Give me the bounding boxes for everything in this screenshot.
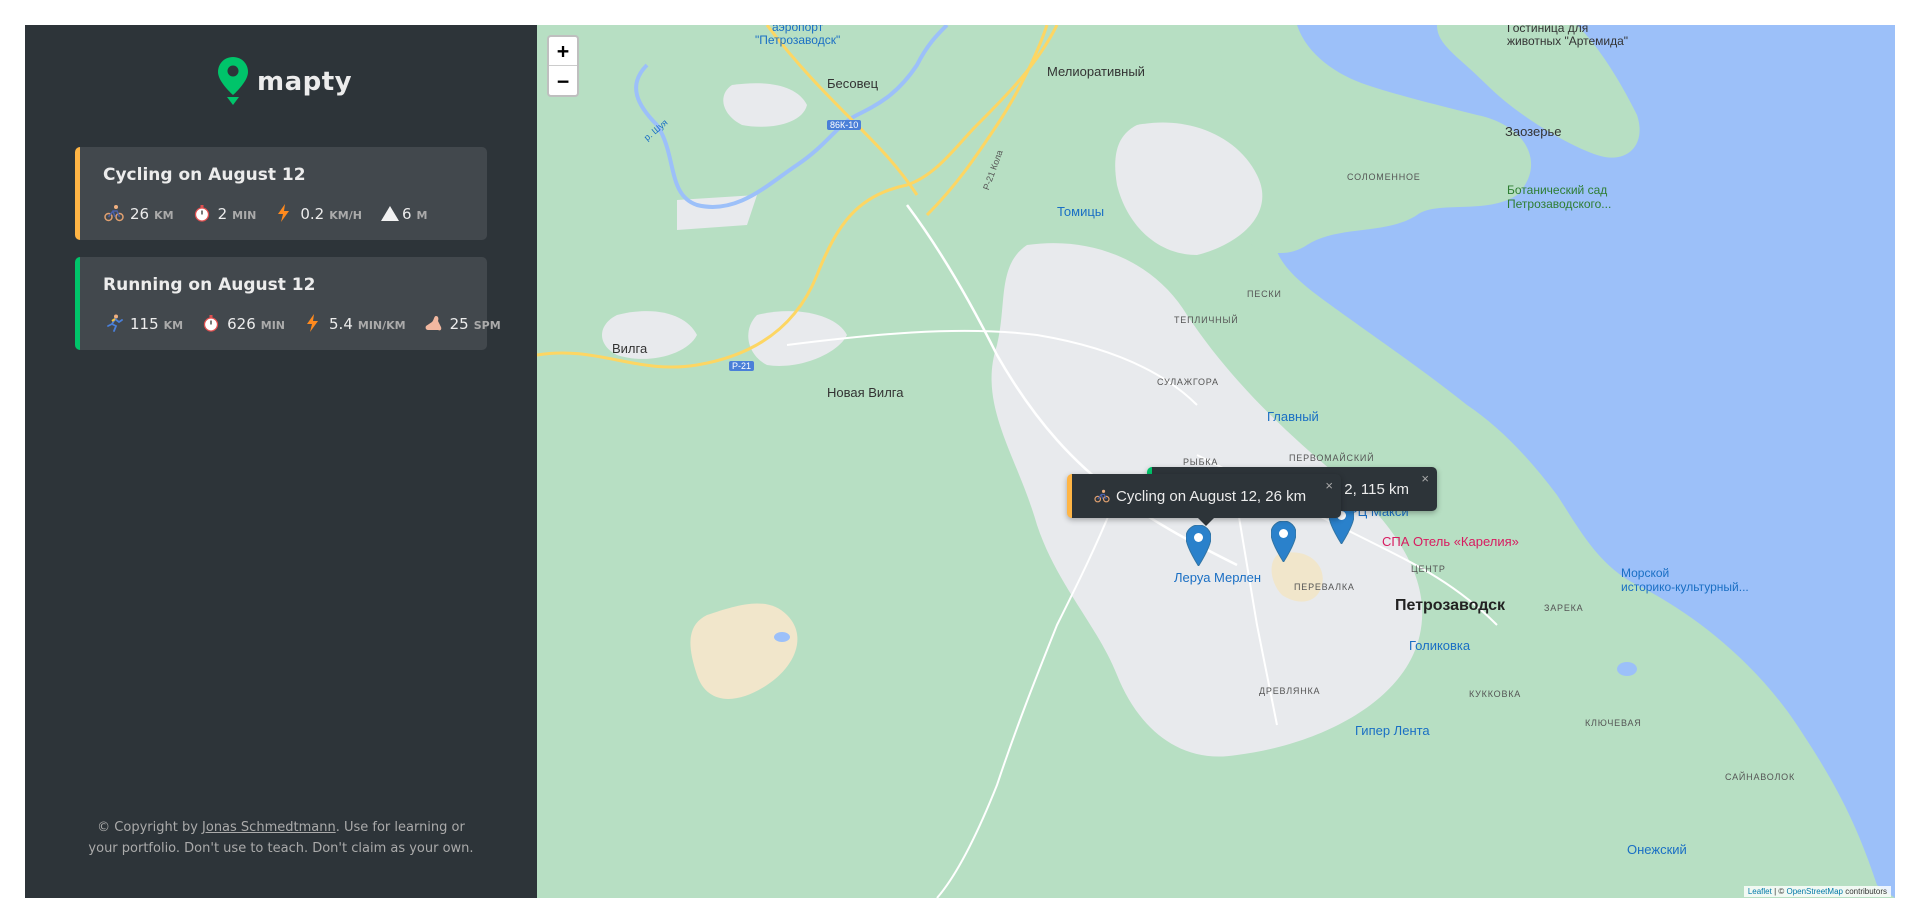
speed-unit: km/h	[329, 209, 362, 222]
workout-distance: 26 km	[104, 201, 174, 223]
label-ryboka: РЫБКА	[1183, 457, 1219, 467]
author-link[interactable]: Jonas Schmedtmann	[202, 820, 336, 835]
label-airport: аэропорт "Петрозаводск"	[755, 25, 841, 47]
duration-unit: min	[232, 209, 257, 222]
label-vilga: Вилга	[612, 341, 648, 356]
workout-title: Cycling on August 12	[103, 165, 306, 185]
pace-value: 5.4	[329, 315, 353, 333]
small-lake	[774, 632, 790, 642]
label-novaya-vilga: Новая Вилга	[827, 385, 904, 400]
label-zaozerye: Заозерье	[1505, 124, 1562, 139]
app-name: mapty	[257, 67, 353, 97]
label-botanic-garden: Ботанический сад Петрозаводского...	[1507, 183, 1612, 211]
label-leroy-merlin: Леруа Мерлен	[1174, 570, 1262, 585]
popup-cycling-text: Cycling on August 12, 26 km	[1116, 487, 1307, 505]
copyright-prefix: © Copyright by	[97, 820, 198, 835]
cyclist-icon	[104, 205, 124, 222]
runner-icon	[107, 314, 123, 332]
label-perevalka: ПЕРЕВАЛКА	[1294, 582, 1355, 592]
popup-close-button[interactable]: ×	[1325, 478, 1333, 493]
workout-elevation: 6 m	[380, 201, 428, 223]
label-zareka: ЗАРЕКА	[1544, 603, 1584, 613]
workout-cadence: 25 spm	[424, 311, 501, 333]
attribution-suffix: contributors	[1842, 887, 1887, 896]
label-saynavolok: САЙНАВОЛОК	[1725, 772, 1796, 782]
popup-tip	[1197, 517, 1215, 526]
speed-value: 0.2	[300, 205, 325, 223]
leaflet-link[interactable]: Leaflet	[1748, 887, 1772, 896]
popup-running-text: 2, 115 km	[1344, 480, 1409, 498]
osm-link[interactable]: OpenStreetMap	[1786, 887, 1842, 896]
workout-duration: 626 min	[201, 311, 285, 333]
label-giper-lenta: Гипер Лента	[1355, 723, 1430, 738]
label-kukkovka: КУККОВКА	[1469, 689, 1522, 699]
lightning-icon	[278, 204, 290, 222]
zoom-out-button[interactable]: −	[549, 66, 577, 95]
duration-value: 2	[217, 205, 228, 223]
label-peski: ПЕСКИ	[1247, 289, 1282, 299]
workout-distance: 115 km	[104, 311, 183, 333]
footprint-icon	[425, 316, 441, 331]
label-teplichny: ТЕПЛИЧНЫЙ	[1174, 315, 1239, 325]
label-glavny: Главный	[1267, 409, 1319, 424]
workout-marker[interactable]	[1271, 521, 1296, 562]
label-klyuchevaya: КЛЮЧЕВАЯ	[1585, 718, 1642, 728]
workout-details: 115 km 626 min 5.4	[104, 311, 519, 333]
workout-marker[interactable]	[1186, 525, 1211, 566]
label-tomitsy: Томицы	[1057, 204, 1105, 219]
label-solomennoe: СОЛОМЕННОЕ	[1347, 172, 1421, 182]
small-lake	[1617, 662, 1637, 676]
stopwatch-icon	[194, 205, 209, 222]
elevation-unit: m	[416, 209, 428, 222]
zoom-in-button[interactable]: +	[549, 37, 577, 66]
attribution-sep: | ©	[1771, 887, 1787, 896]
workout-card-running[interactable]: Running on August 12 115 km	[75, 257, 501, 350]
app: mapty Cycling on August 12 26 km	[25, 25, 1895, 898]
sidebar: mapty Cycling on August 12 26 km	[25, 25, 537, 898]
workout-details: 26 km 2 min 0.2 km	[104, 201, 445, 223]
popup-close-button[interactable]: ×	[1421, 471, 1429, 486]
cadence-unit: spm	[473, 319, 501, 332]
label-museum: Морской историко-культурный...	[1621, 566, 1749, 594]
map[interactable]: + − аэропорт "Петрозаводск" Бесовец Мели…	[537, 25, 1895, 898]
label-sulazhgora: СУЛАЖГОРА	[1157, 377, 1219, 387]
workout-speed: 0.2 km/h	[274, 201, 362, 223]
zoom-control: + −	[547, 35, 579, 97]
label-drevlyanka: ДРЕВЛЯНКА	[1259, 686, 1321, 696]
map-pin-logo-icon	[218, 57, 248, 105]
elevation-value: 6	[401, 205, 412, 223]
workout-title: Running on August 12	[103, 275, 316, 295]
label-pervomaysky: ПЕРВОМАЙСКИЙ	[1289, 453, 1375, 463]
pace-unit: min/km	[357, 319, 406, 332]
label-petrozavodsk: Петрозаводск	[1395, 597, 1506, 614]
mountain-icon	[380, 206, 399, 221]
distance-value: 115	[130, 315, 159, 333]
copyright: © Copyright by Jonas Schmedtmann. Use fo…	[85, 817, 477, 859]
distance-unit: km	[154, 209, 174, 222]
cadence-value: 25	[449, 315, 469, 333]
label-tsentr: ЦЕНТР	[1411, 564, 1446, 574]
duration-value: 626	[227, 315, 256, 333]
label-besovets: Бесовец	[827, 76, 879, 91]
distance-value: 26	[130, 205, 150, 223]
label-golikovka: Голиковка	[1409, 638, 1471, 653]
label-onezhsky: Онежский	[1627, 842, 1687, 857]
map-attribution: Leaflet | © OpenStreetMap contributors	[1743, 886, 1891, 897]
distance-unit: km	[163, 319, 184, 332]
road-sign-r21: Р-21	[729, 361, 755, 371]
popup-cycling[interactable]: Cycling on August 12, 26 km ×	[1067, 474, 1341, 526]
label-hotel: Гостиница для животных "Артемида"	[1507, 25, 1629, 48]
cyclist-icon	[1094, 489, 1110, 503]
workout-duration: 2 min	[192, 201, 257, 223]
label-meliorativny: Мелиоративный	[1047, 64, 1145, 79]
workout-pace: 5.4 min/km	[303, 311, 406, 333]
duration-unit: min	[260, 319, 286, 332]
label-spa-hotel: СПА Отель «Карелия»	[1382, 534, 1519, 549]
road-sign-86k10: 86К-10	[827, 120, 862, 130]
logo: mapty	[217, 55, 352, 109]
stopwatch-icon	[203, 315, 219, 332]
workout-card-cycling[interactable]: Cycling on August 12 26 km	[75, 147, 487, 240]
lightning-icon	[307, 314, 319, 332]
